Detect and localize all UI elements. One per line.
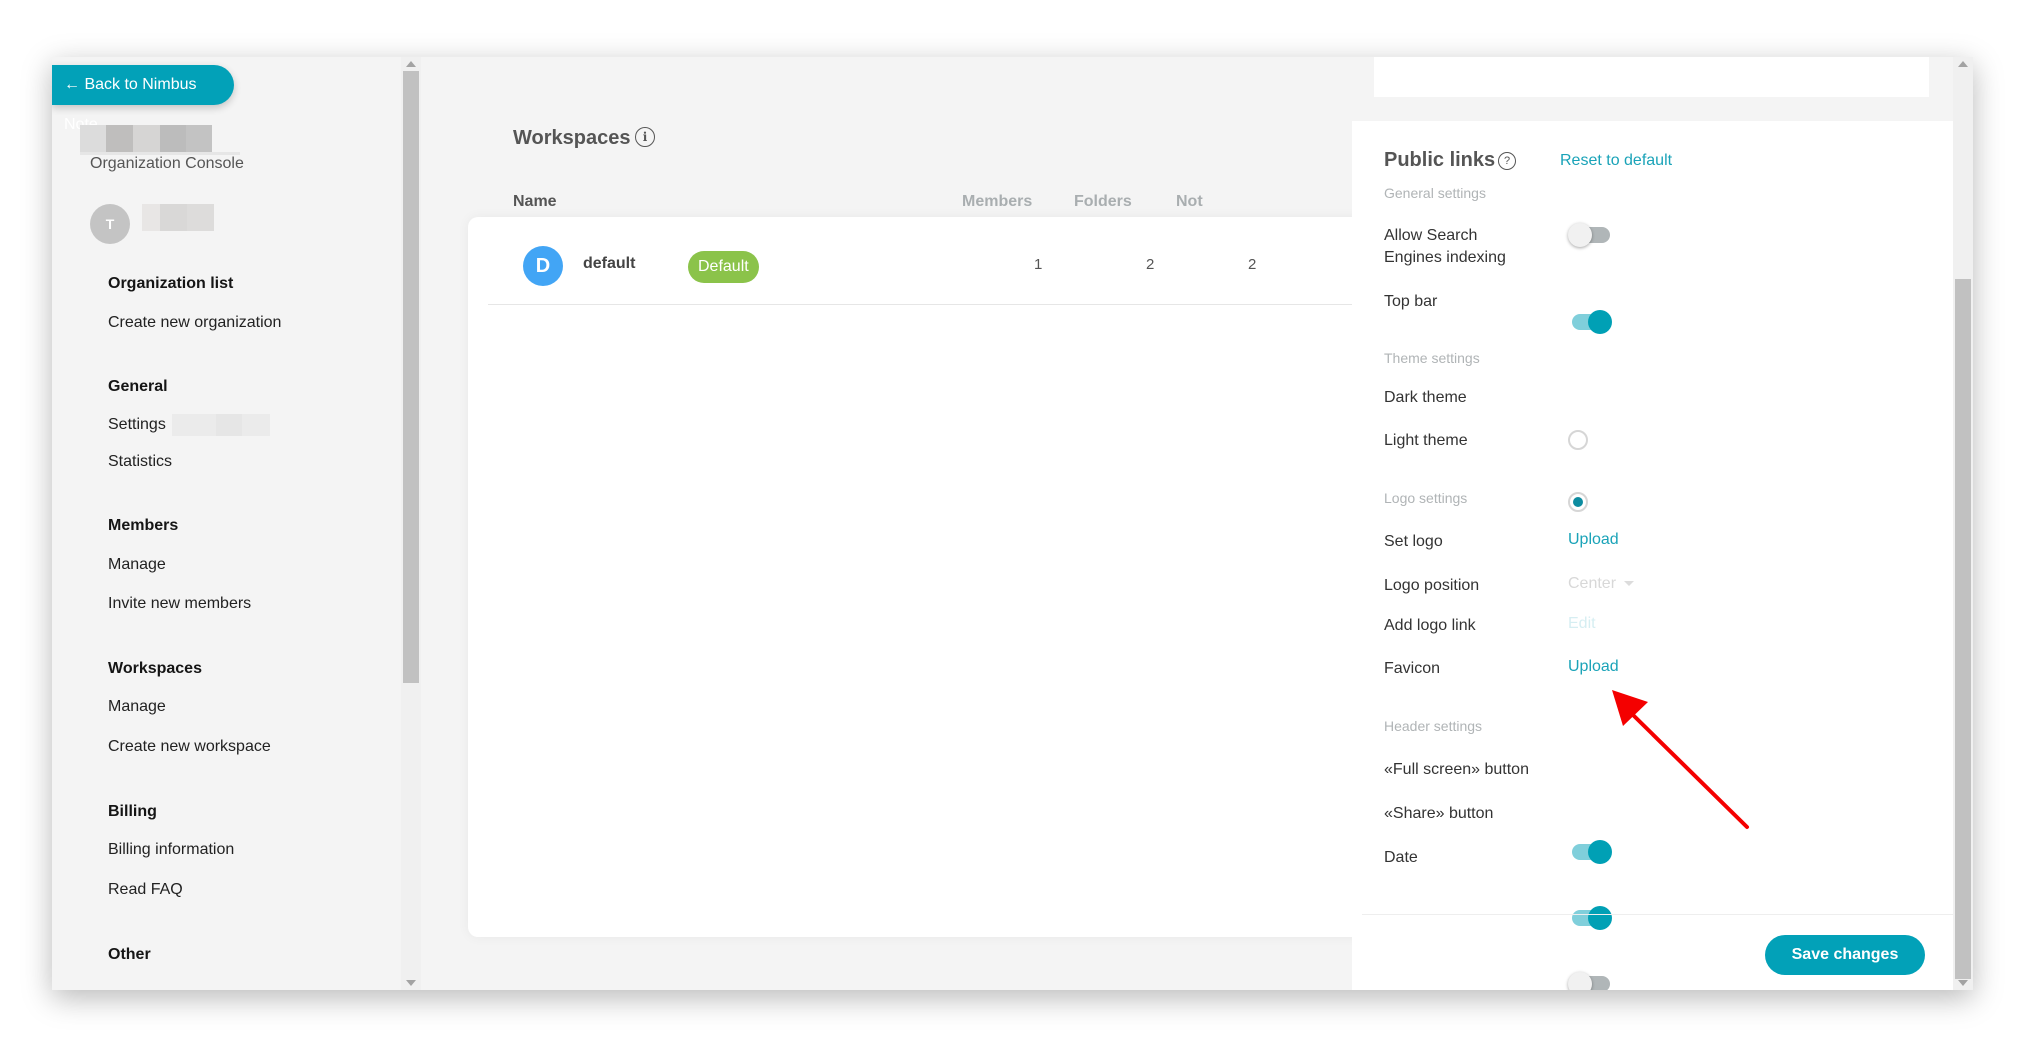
- notes-count: 2: [1248, 256, 1257, 273]
- public-links-panel: Public links ? Reset to default General …: [1352, 57, 1953, 990]
- info-icon[interactable]: i: [635, 127, 655, 147]
- top-bar-label: Top bar: [1384, 293, 1438, 310]
- members-count: 1: [1034, 256, 1043, 273]
- logo-settings-heading: Logo settings: [1384, 490, 1468, 506]
- nav-item-invite-members[interactable]: Invite new members: [108, 595, 251, 613]
- toggle-knob: [1588, 906, 1612, 930]
- public-links-title: Public links: [1384, 149, 1496, 171]
- add-logo-link-edit[interactable]: Edit: [1568, 615, 1596, 633]
- default-badge: Default: [688, 251, 759, 283]
- favicon-upload-link[interactable]: Upload: [1568, 658, 1619, 676]
- logo-position-value: Center: [1568, 575, 1617, 592]
- set-logo-upload-link[interactable]: Upload: [1568, 531, 1619, 549]
- add-logo-link-label: Add logo link: [1384, 617, 1476, 634]
- full-screen-button-label: «Full screen» button: [1384, 761, 1529, 778]
- nav-item-read-faq[interactable]: Read FAQ: [108, 881, 183, 899]
- allow-search-label-line2: Engines indexing: [1384, 249, 1506, 266]
- back-to-nimbus-note-button[interactable]: ← Back to Nimbus Note: [52, 65, 234, 133]
- table-row[interactable]: D default Default 1 2 2: [488, 217, 1368, 305]
- nav-item-create-organization[interactable]: Create new organization: [108, 314, 281, 332]
- nav-item-members-manage[interactable]: Manage: [108, 556, 166, 574]
- scroll-up-arrow-icon[interactable]: [406, 61, 416, 67]
- workspace-name[interactable]: default: [583, 255, 635, 273]
- nav-heading-other: Other: [108, 946, 151, 963]
- organization-name-redacted: [80, 125, 212, 152]
- allow-search-label: Allow Search Engines indexing: [1384, 225, 1506, 269]
- light-theme-radio[interactable]: [1568, 492, 1588, 512]
- reset-to-default-link[interactable]: Reset to default: [1560, 152, 1672, 170]
- footer-divider: [1362, 914, 1953, 915]
- allow-search-toggle[interactable]: [1568, 223, 1612, 247]
- logo-position-select[interactable]: Center: [1568, 575, 1635, 593]
- column-header-folders[interactable]: Folders: [1074, 193, 1132, 211]
- sidebar-scrollbar[interactable]: [401, 57, 421, 990]
- workspace-avatar: D: [523, 246, 563, 286]
- console-label: Organization Console: [90, 155, 244, 172]
- workspaces-table: D default Default 1 2 2: [468, 217, 1368, 937]
- toggle-knob: [1588, 840, 1612, 864]
- workspaces-main: Workspaces i Name Members Folders Not D …: [421, 57, 1368, 990]
- toggle-knob: [1568, 223, 1592, 247]
- folders-count: 2: [1146, 256, 1155, 273]
- app-window: ← Back to Nimbus Note Organization Conso…: [52, 57, 1973, 990]
- nav-item-settings[interactable]: Settings: [108, 414, 270, 436]
- column-header-notes[interactable]: Not: [1176, 193, 1203, 211]
- nav-heading-organization-list[interactable]: Organization list: [108, 275, 233, 293]
- user-avatar[interactable]: T: [90, 204, 130, 244]
- favicon-label: Favicon: [1384, 660, 1441, 677]
- page-title: Workspaces: [513, 127, 631, 149]
- light-theme-label: Light theme: [1384, 432, 1468, 449]
- sidebar-scrollbar-thumb[interactable]: [403, 71, 419, 683]
- nav-heading-general: General: [108, 378, 168, 395]
- scroll-up-arrow-icon[interactable]: [1958, 61, 1968, 67]
- user-name-redacted: [142, 204, 214, 231]
- share-button-toggle[interactable]: [1568, 906, 1612, 930]
- nav-item-workspaces-manage[interactable]: Manage: [108, 698, 166, 716]
- previous-section-box: [1374, 57, 1929, 97]
- dark-theme-label: Dark theme: [1384, 389, 1467, 406]
- panel-scrollbar[interactable]: [1953, 57, 1973, 990]
- theme-settings-heading: Theme settings: [1384, 350, 1480, 366]
- nav-heading-members: Members: [108, 517, 179, 534]
- nav-item-statistics[interactable]: Statistics: [108, 453, 172, 471]
- scroll-down-arrow-icon[interactable]: [406, 980, 416, 986]
- save-changes-button[interactable]: Save changes: [1765, 935, 1925, 975]
- chevron-down-icon: [1624, 581, 1635, 587]
- sidebar: ← Back to Nimbus Note Organization Conso…: [52, 57, 401, 990]
- share-button-label: «Share» button: [1384, 805, 1494, 822]
- general-settings-heading: General settings: [1384, 185, 1486, 201]
- settings-redacted: [171, 414, 270, 436]
- nav-heading-workspaces: Workspaces: [108, 660, 202, 677]
- logo-position-label: Logo position: [1384, 577, 1480, 594]
- nav-heading-billing: Billing: [108, 803, 157, 820]
- full-screen-button-toggle[interactable]: [1568, 840, 1612, 864]
- nav-item-billing-information[interactable]: Billing information: [108, 841, 234, 859]
- toggle-knob: [1568, 972, 1592, 990]
- header-settings-heading: Header settings: [1384, 718, 1483, 734]
- nav-item-create-workspace[interactable]: Create new workspace: [108, 738, 271, 756]
- allow-search-label-line1: Allow Search: [1384, 227, 1478, 244]
- top-bar-toggle[interactable]: [1568, 310, 1612, 334]
- toggle-knob: [1588, 310, 1612, 334]
- panel-scrollbar-thumb[interactable]: [1955, 279, 1971, 979]
- dark-theme-radio[interactable]: [1568, 430, 1588, 450]
- nav-item-settings-label: Settings: [108, 416, 166, 434]
- column-header-name[interactable]: Name: [513, 193, 557, 211]
- panel-top-area: [1352, 57, 1953, 121]
- column-header-members[interactable]: Members: [962, 193, 1032, 211]
- date-toggle[interactable]: [1568, 972, 1612, 990]
- set-logo-label: Set logo: [1384, 533, 1443, 550]
- scroll-down-arrow-icon[interactable]: [1958, 980, 1968, 986]
- date-label: Date: [1384, 849, 1418, 866]
- help-icon[interactable]: ?: [1498, 152, 1516, 170]
